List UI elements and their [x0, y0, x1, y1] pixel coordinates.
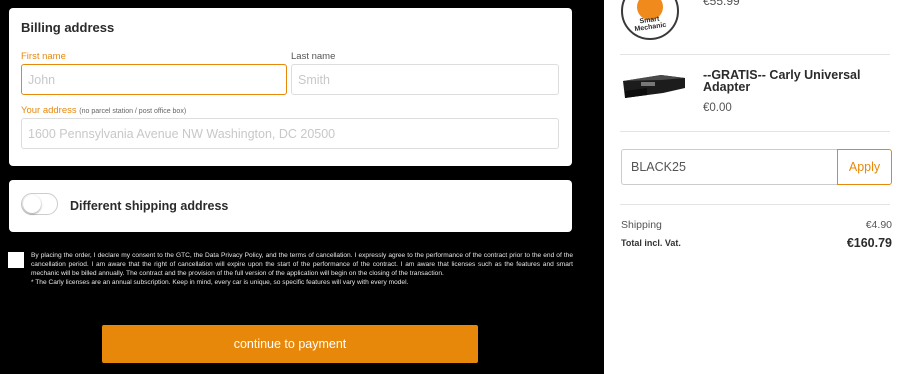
adapter-title: --GRATIS-- Carly Universal Adapter: [703, 68, 861, 94]
consent-checkbox[interactable]: [8, 252, 24, 268]
smart-mechanic-logo: Smart Mechanic: [621, 0, 679, 40]
continue-to-payment-button[interactable]: continue to payment: [102, 325, 478, 363]
smart-mechanic-logo-text: Smart Mechanic: [634, 15, 667, 34]
total-label: Total incl. Vat.: [621, 238, 681, 248]
last-name-field[interactable]: [291, 64, 559, 95]
order-summary-panel: Smart Mechanic €55.99 --GRATIS-- Carly U…: [604, 0, 919, 374]
address-field[interactable]: [21, 118, 559, 149]
shipping-label: Shipping: [621, 219, 662, 231]
last-name-label: Last name: [291, 51, 336, 62]
adapter-price: €0.00: [703, 102, 732, 114]
divider: [620, 54, 890, 55]
shipping-address-toggle[interactable]: [21, 193, 58, 215]
total-row: Total incl. Vat. €160.79: [621, 236, 892, 250]
address-label: Your address (no parcel station / post o…: [21, 105, 186, 116]
consent-main-text: By placing the order, I declare my conse…: [31, 252, 573, 277]
total-value: €160.79: [846, 236, 892, 250]
billing-address-title: Billing address: [21, 20, 115, 35]
checkout-form-panel: Billing address First name Last name You…: [0, 0, 604, 374]
billing-address-card: Billing address First name Last name You…: [9, 8, 572, 166]
consent-text: By placing the order, I declare my conse…: [31, 251, 573, 287]
address-hint: (no parcel station / post office box): [79, 108, 187, 115]
divider: [620, 204, 890, 205]
consent-note: * The Carly licenses are an annual subsc…: [31, 279, 409, 286]
divider: [620, 131, 890, 132]
shipping-address-toggle-label: Different shipping address: [70, 199, 229, 213]
shipping-value: €4.90: [865, 219, 892, 231]
obd-adapter-image: [623, 75, 685, 98]
shipping-row: Shipping €4.90: [621, 219, 892, 231]
toggle-knob: [23, 195, 41, 213]
smart-mechanic-price: €55.99: [703, 0, 740, 8]
address-label-text: Your address: [21, 105, 77, 116]
coupon-code-input[interactable]: [621, 149, 837, 185]
first-name-label: First name: [21, 51, 66, 62]
shipping-address-card: Different shipping address: [9, 180, 572, 232]
first-name-field[interactable]: [21, 64, 287, 95]
apply-coupon-button[interactable]: Apply: [837, 149, 892, 185]
